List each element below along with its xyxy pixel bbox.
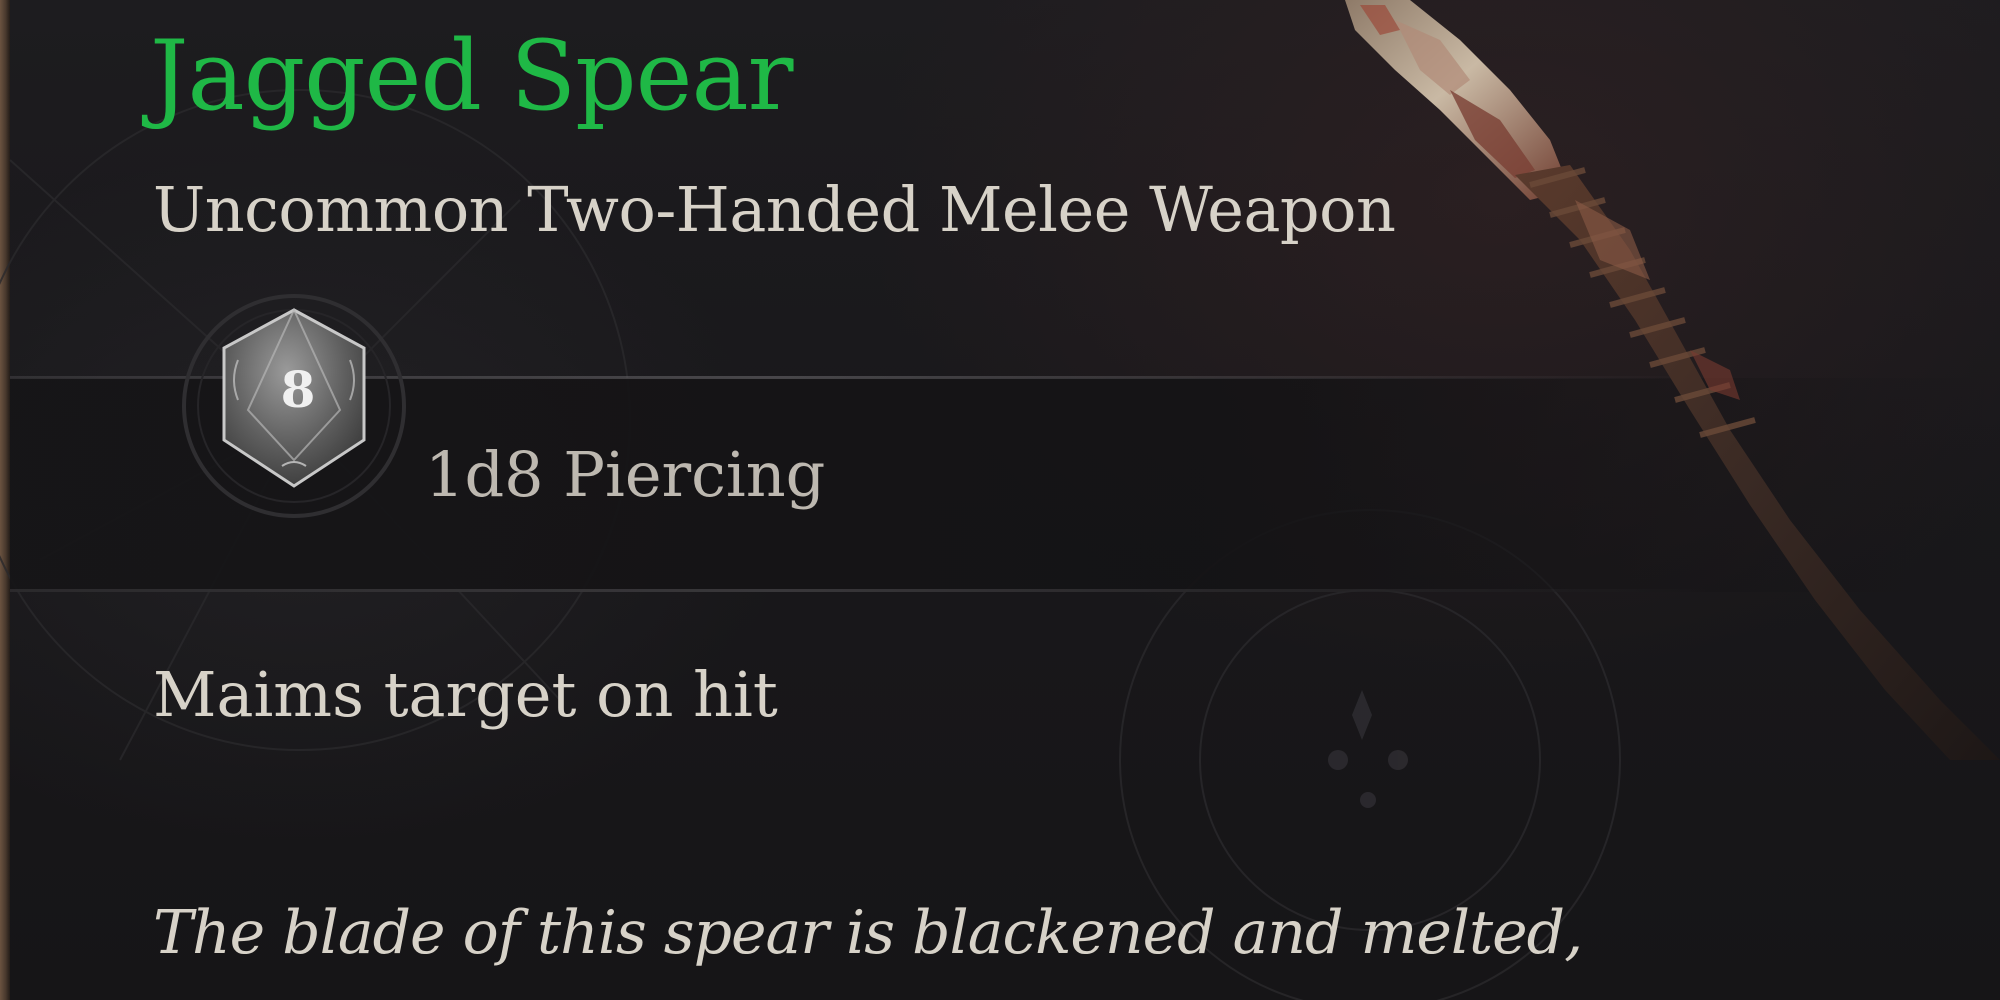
damage-label: 1d8 Piercing <box>425 438 826 511</box>
spear-item-image <box>1345 0 2000 760</box>
spear-shaft <box>1515 165 2000 760</box>
passive-effect: Maims target on hit <box>153 658 778 731</box>
item-name: Jagged Spear <box>150 20 794 132</box>
item-tooltip: Jagged Spear Uncommon Two-Handed Melee W… <box>0 0 2000 1000</box>
dice-face-number: 8 <box>280 360 316 419</box>
item-type: Uncommon Two-Handed Melee Weapon <box>153 173 1396 246</box>
flavor-text: The blade of this spear is blackened and… <box>153 898 1583 968</box>
